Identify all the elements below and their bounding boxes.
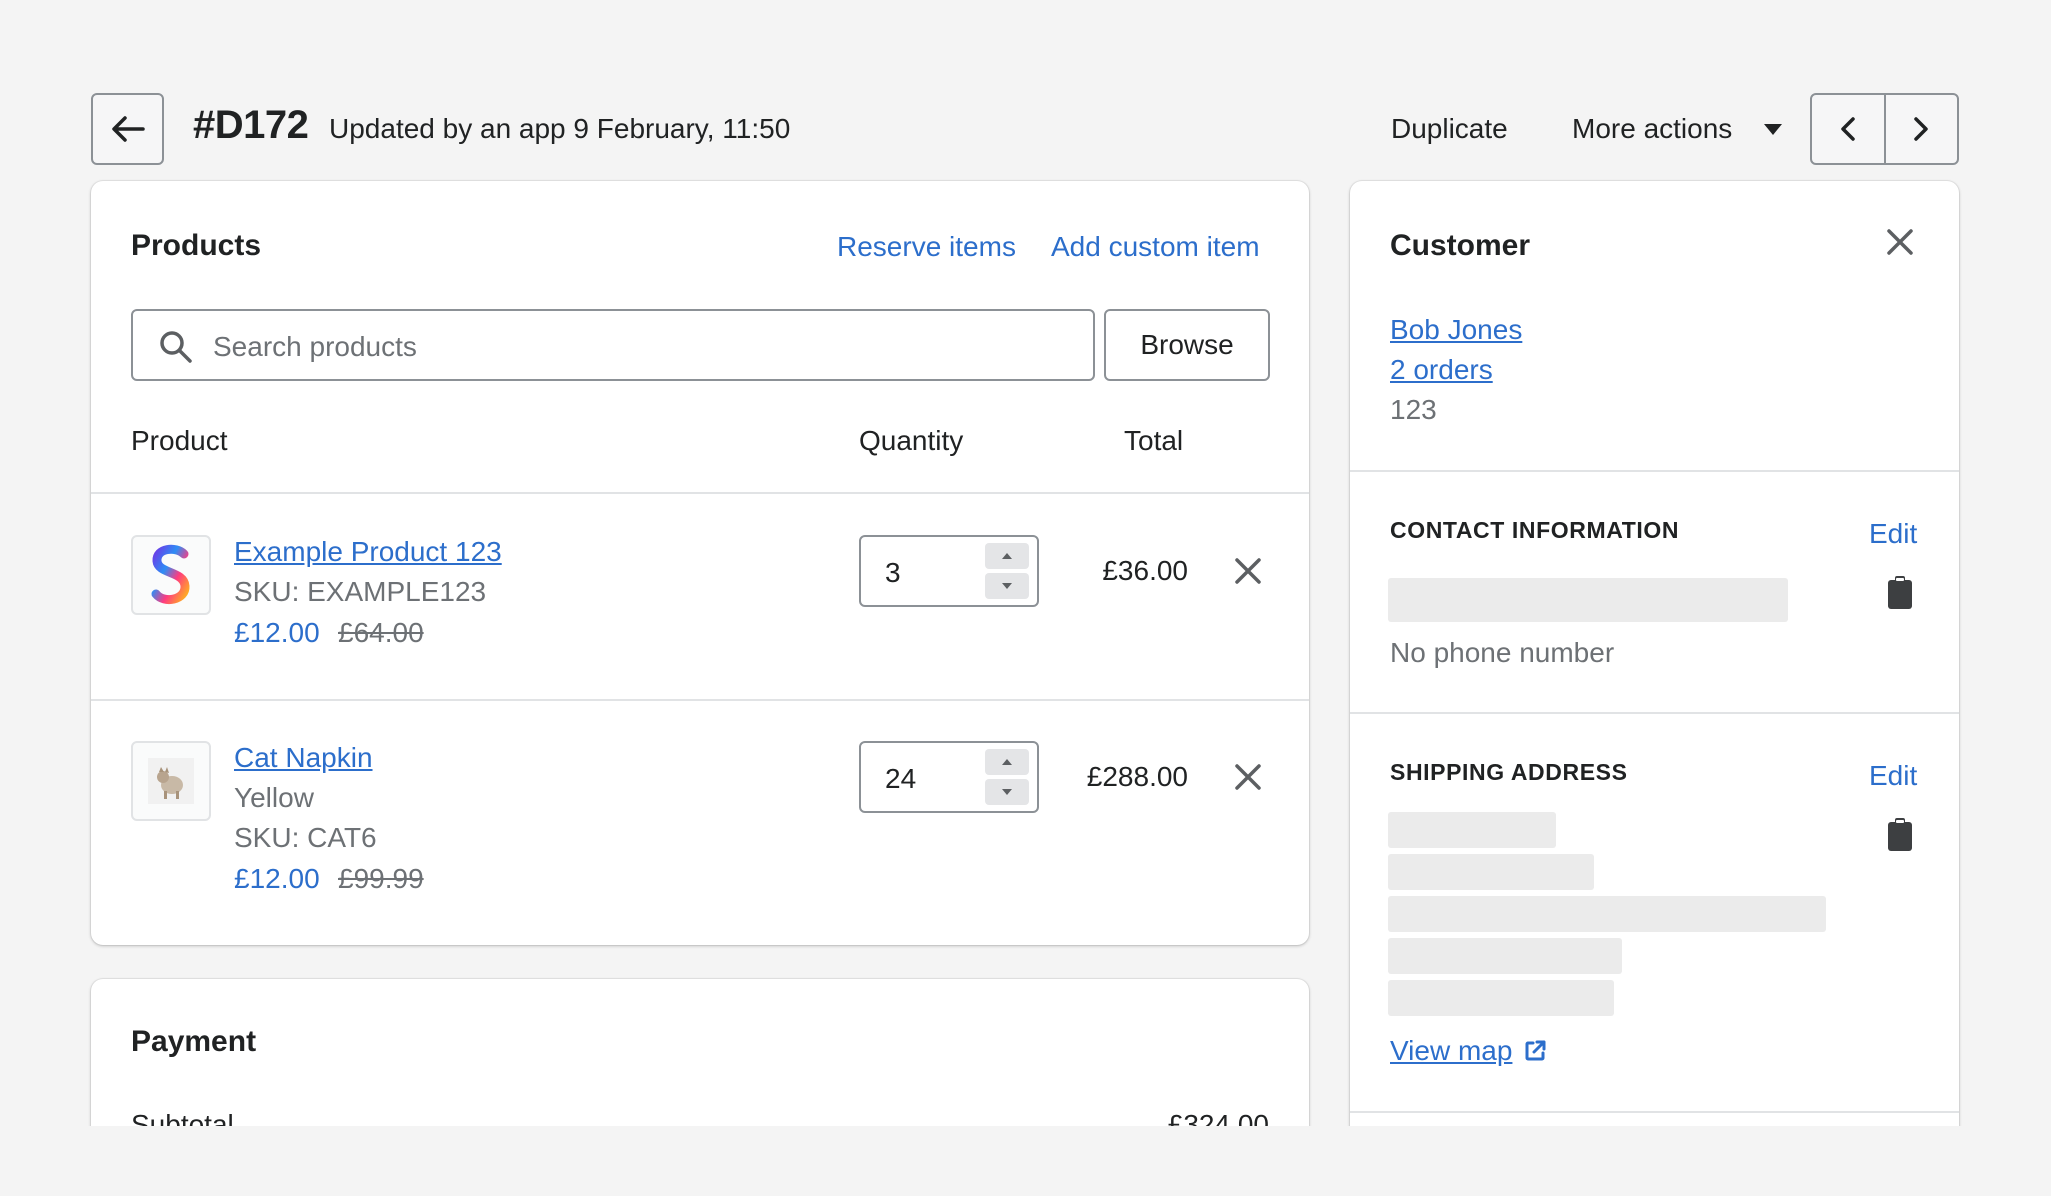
- arrow-left-icon: [111, 116, 145, 142]
- previous-order-button[interactable]: [1812, 95, 1884, 163]
- close-icon[interactable]: [1885, 227, 1915, 257]
- order-update-info: Updated by an app 9 February, 11:50: [329, 113, 791, 144]
- customer-note: 123: [1390, 394, 1437, 425]
- next-order-button[interactable]: [1883, 95, 1958, 163]
- product-search-input[interactable]: Search products: [131, 309, 1095, 381]
- divider: [91, 699, 1309, 701]
- order-id: #D172: [193, 103, 309, 147]
- column-product: Product: [131, 425, 228, 456]
- clipboard-icon[interactable]: [1886, 575, 1914, 611]
- quantity-value: 3: [885, 557, 901, 588]
- customer-name-link[interactable]: Bob Jones: [1390, 314, 1522, 346]
- order-pagination: [1810, 93, 1959, 165]
- customer-title: Customer: [1390, 229, 1531, 262]
- column-total: Total: [1124, 425, 1184, 456]
- product-compare-price: £64.00: [338, 617, 424, 648]
- search-placeholder: Search products: [213, 331, 417, 362]
- remove-item-icon[interactable]: [1233, 762, 1263, 792]
- product-thumbnail: [131, 535, 211, 615]
- product-price: £12.00: [234, 617, 320, 648]
- payment-title: Payment: [131, 1025, 257, 1058]
- line-total: £36.00: [1102, 555, 1188, 586]
- cat-image-icon: [148, 758, 194, 804]
- address-line-placeholder: [1388, 854, 1594, 890]
- phone-number: No phone number: [1390, 637, 1615, 668]
- shipping-heading: SHIPPING ADDRESS: [1390, 759, 1628, 785]
- clipboard-icon[interactable]: [1886, 817, 1914, 853]
- quantity-value: 24: [885, 763, 917, 794]
- product-sku: SKU: CAT6: [234, 822, 377, 853]
- remove-item-icon[interactable]: [1233, 556, 1263, 586]
- line-total: £288.00: [1086, 761, 1188, 792]
- more-actions-button[interactable]: More actions: [1572, 113, 1732, 145]
- address-line-placeholder: [1388, 938, 1622, 974]
- divider: [1350, 470, 1959, 472]
- view-map-link[interactable]: View map: [1390, 1035, 1546, 1067]
- product-price: £12.00: [234, 863, 320, 894]
- products-title: Products: [131, 229, 262, 262]
- product-name-link[interactable]: Cat Napkin: [234, 742, 373, 774]
- customer-card: Customer Bob Jones 2 orders 123 CONTACT …: [1350, 181, 1959, 1196]
- add-custom-item-link[interactable]: Add custom item: [1051, 231, 1260, 263]
- contact-email-placeholder: [1388, 578, 1788, 622]
- chevron-left-icon: [1841, 117, 1855, 141]
- divider: [1350, 712, 1959, 714]
- column-quantity: Quantity: [859, 425, 964, 456]
- product-compare-price: £99.99: [338, 863, 424, 894]
- shipping-edit-link[interactable]: Edit: [1869, 760, 1917, 792]
- divider: [91, 492, 1309, 494]
- browse-button[interactable]: Browse: [1104, 309, 1270, 381]
- product-variant: Yellow: [234, 782, 314, 813]
- search-icon: [160, 331, 192, 363]
- product-name-link[interactable]: Example Product 123: [234, 536, 502, 568]
- view-map-label: View map: [1390, 1035, 1513, 1066]
- address-line-placeholder: [1388, 812, 1556, 848]
- contact-heading: CONTACT INFORMATION: [1390, 517, 1680, 543]
- address-line-placeholder: [1388, 896, 1826, 932]
- products-card: Products Reserve items Add custom item S…: [91, 181, 1309, 945]
- address-line-placeholder: [1388, 980, 1614, 1016]
- customer-orders-link[interactable]: 2 orders: [1390, 354, 1493, 386]
- product-thumbnail: [131, 741, 211, 821]
- divider: [1350, 1111, 1959, 1113]
- external-link-icon: [1525, 1040, 1546, 1061]
- contact-edit-link[interactable]: Edit: [1869, 518, 1917, 550]
- reserve-items-link[interactable]: Reserve items: [837, 231, 1016, 263]
- back-button[interactable]: [91, 93, 164, 165]
- chevron-right-icon: [1914, 117, 1928, 141]
- product-logo-icon: [151, 544, 190, 605]
- product-sku: SKU: EXAMPLE123: [234, 576, 487, 607]
- page-bottom-band: [0, 1126, 2051, 1196]
- duplicate-button[interactable]: Duplicate: [1391, 113, 1508, 145]
- caret-down-icon: [1764, 124, 1782, 135]
